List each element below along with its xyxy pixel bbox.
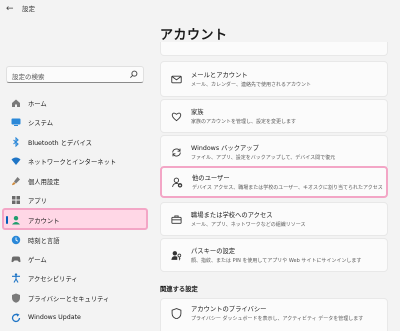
sidebar-item-label: アクセシビリティ — [28, 276, 78, 283]
sidebar-item-home[interactable]: ホーム — [4, 93, 146, 113]
sidebar-item-label: アプリ — [28, 198, 47, 205]
card-title: 職場または学校へのアクセス — [191, 212, 273, 219]
personalization-icon — [12, 177, 20, 186]
card-desc: メール、アプリ、ネットワークなどの組織リソース — [191, 222, 306, 228]
bluetooth-icon — [13, 137, 19, 147]
passkey-icon — [171, 251, 182, 261]
backup-icon — [172, 148, 181, 157]
card-family[interactable]: 家族 家族のアカウントを管理し、設定を変更します — [160, 99, 388, 133]
time-language-icon — [11, 235, 21, 245]
sidebar-item-label: 時刻と言語 — [28, 238, 60, 245]
shield-icon — [171, 308, 182, 319]
card-desc: デバイス アクセス、職場または学校のユーザー、キオスクに割り当てられたアクセス — [192, 185, 383, 191]
card-account-privacy[interactable]: アカウントのプライバシー プライバシー ダッシュボードを表示し、アクティビティ … — [160, 298, 388, 331]
related-settings-heading: 関連する設定 — [160, 286, 198, 293]
card-title: 家族 — [191, 109, 204, 116]
card-top-partial[interactable] — [160, 42, 388, 56]
page-title: アカウント — [160, 28, 228, 43]
sidebar-item-label: システム — [28, 120, 53, 127]
sidebar-item-label: 個人用設定 — [28, 179, 60, 186]
title-bar: ← 設定 — [0, 0, 400, 18]
card-title: 他のユーザー — [192, 175, 230, 182]
search-input[interactable]: 設定の検索 — [6, 66, 144, 83]
card-title: Windows バックアップ — [191, 145, 259, 152]
sidebar-item-accessibility[interactable]: アクセシビリティ — [4, 268, 146, 288]
gaming-icon — [11, 256, 21, 263]
sidebar-item-label: Bluetooth とデバイス — [28, 140, 92, 147]
card-desc: 顔、指紋、または PIN を使用してアプリや Web サイトにサインインします — [191, 258, 362, 264]
card-desc: ファイル、アプリ、設定をバックアップして、デバイス間で復元 — [191, 155, 336, 161]
sidebar-item-gaming[interactable]: ゲーム — [4, 249, 146, 269]
shield-icon — [12, 293, 20, 303]
search-icon — [130, 70, 138, 78]
card-title: アカウントのプライバシー — [191, 306, 267, 313]
family-icon — [171, 112, 182, 122]
card-windows-backup[interactable]: Windows バックアップ ファイル、アプリ、設定をバックアップして、デバイス… — [160, 135, 388, 169]
search-placeholder: 設定の検索 — [12, 73, 45, 81]
card-desc: 家族のアカウントを管理し、設定を変更します — [191, 119, 297, 125]
sidebar-item-windows-update[interactable]: Windows Update — [4, 308, 146, 328]
selection-indicator — [6, 216, 8, 224]
sidebar-item-time-language[interactable]: 時刻と言語 — [4, 230, 146, 250]
back-arrow-icon[interactable]: ← — [6, 4, 16, 14]
sidebar-item-label: ネットワークとインターネット — [28, 159, 117, 166]
card-desc: プライバシー ダッシュボードを表示し、アクティビティ データを管理します — [191, 316, 364, 322]
sidebar-item-apps[interactable]: アプリ — [4, 190, 146, 210]
sidebar-item-system[interactable]: システム — [4, 112, 146, 132]
sidebar-item-label: アカウント — [28, 218, 60, 225]
apps-icon — [12, 196, 20, 204]
sidebar-item-label: ホーム — [28, 101, 47, 108]
sidebar: 設定の検索 ホーム システム Bluetooth とデバイス ネットワークとイン… — [0, 18, 150, 331]
sidebar-item-bluetooth[interactable]: Bluetooth とデバイス — [4, 132, 146, 152]
mail-icon — [171, 75, 182, 84]
card-email-accounts[interactable]: メールとアカウント メール、カレンダー、連絡先で使用されるアカウント — [160, 61, 388, 97]
sidebar-item-label: ゲーム — [28, 257, 47, 264]
card-title: メールとアカウント — [191, 72, 248, 79]
system-icon — [11, 118, 21, 126]
sidebar-item-privacy[interactable]: プライバシーとセキュリティ — [4, 288, 146, 308]
sidebar-item-label: Windows Update — [28, 314, 81, 321]
card-title: パスキーの設定 — [191, 248, 236, 255]
sidebar-item-network[interactable]: ネットワークとインターネット — [4, 151, 146, 171]
card-desc: メール、カレンダー、連絡先で使用されるアカウント — [191, 82, 311, 88]
card-other-users[interactable]: 他のユーザー デバイス アクセス、職場または学校のユーザー、キオスクに割り当てら… — [160, 166, 388, 198]
sidebar-item-label: プライバシーとセキュリティ — [28, 296, 110, 303]
sidebar-item-personalization[interactable]: 個人用設定 — [4, 171, 146, 191]
sidebar-item-accounts[interactable]: アカウント — [2, 208, 148, 230]
home-icon — [12, 99, 20, 107]
card-passkey[interactable]: パスキーの設定 顔、指紋、または PIN を使用してアプリや Web サイトにサ… — [160, 238, 388, 272]
briefcase-icon — [171, 215, 182, 224]
card-work-school[interactable]: 職場または学校へのアクセス メール、アプリ、ネットワークなどの組織リソース — [160, 202, 388, 236]
windows-update-icon — [11, 313, 21, 323]
accounts-icon — [12, 216, 20, 225]
app-title: 設定 — [22, 5, 35, 13]
network-icon — [11, 157, 21, 165]
accessibility-icon — [12, 273, 20, 283]
add-user-icon — [172, 177, 183, 188]
